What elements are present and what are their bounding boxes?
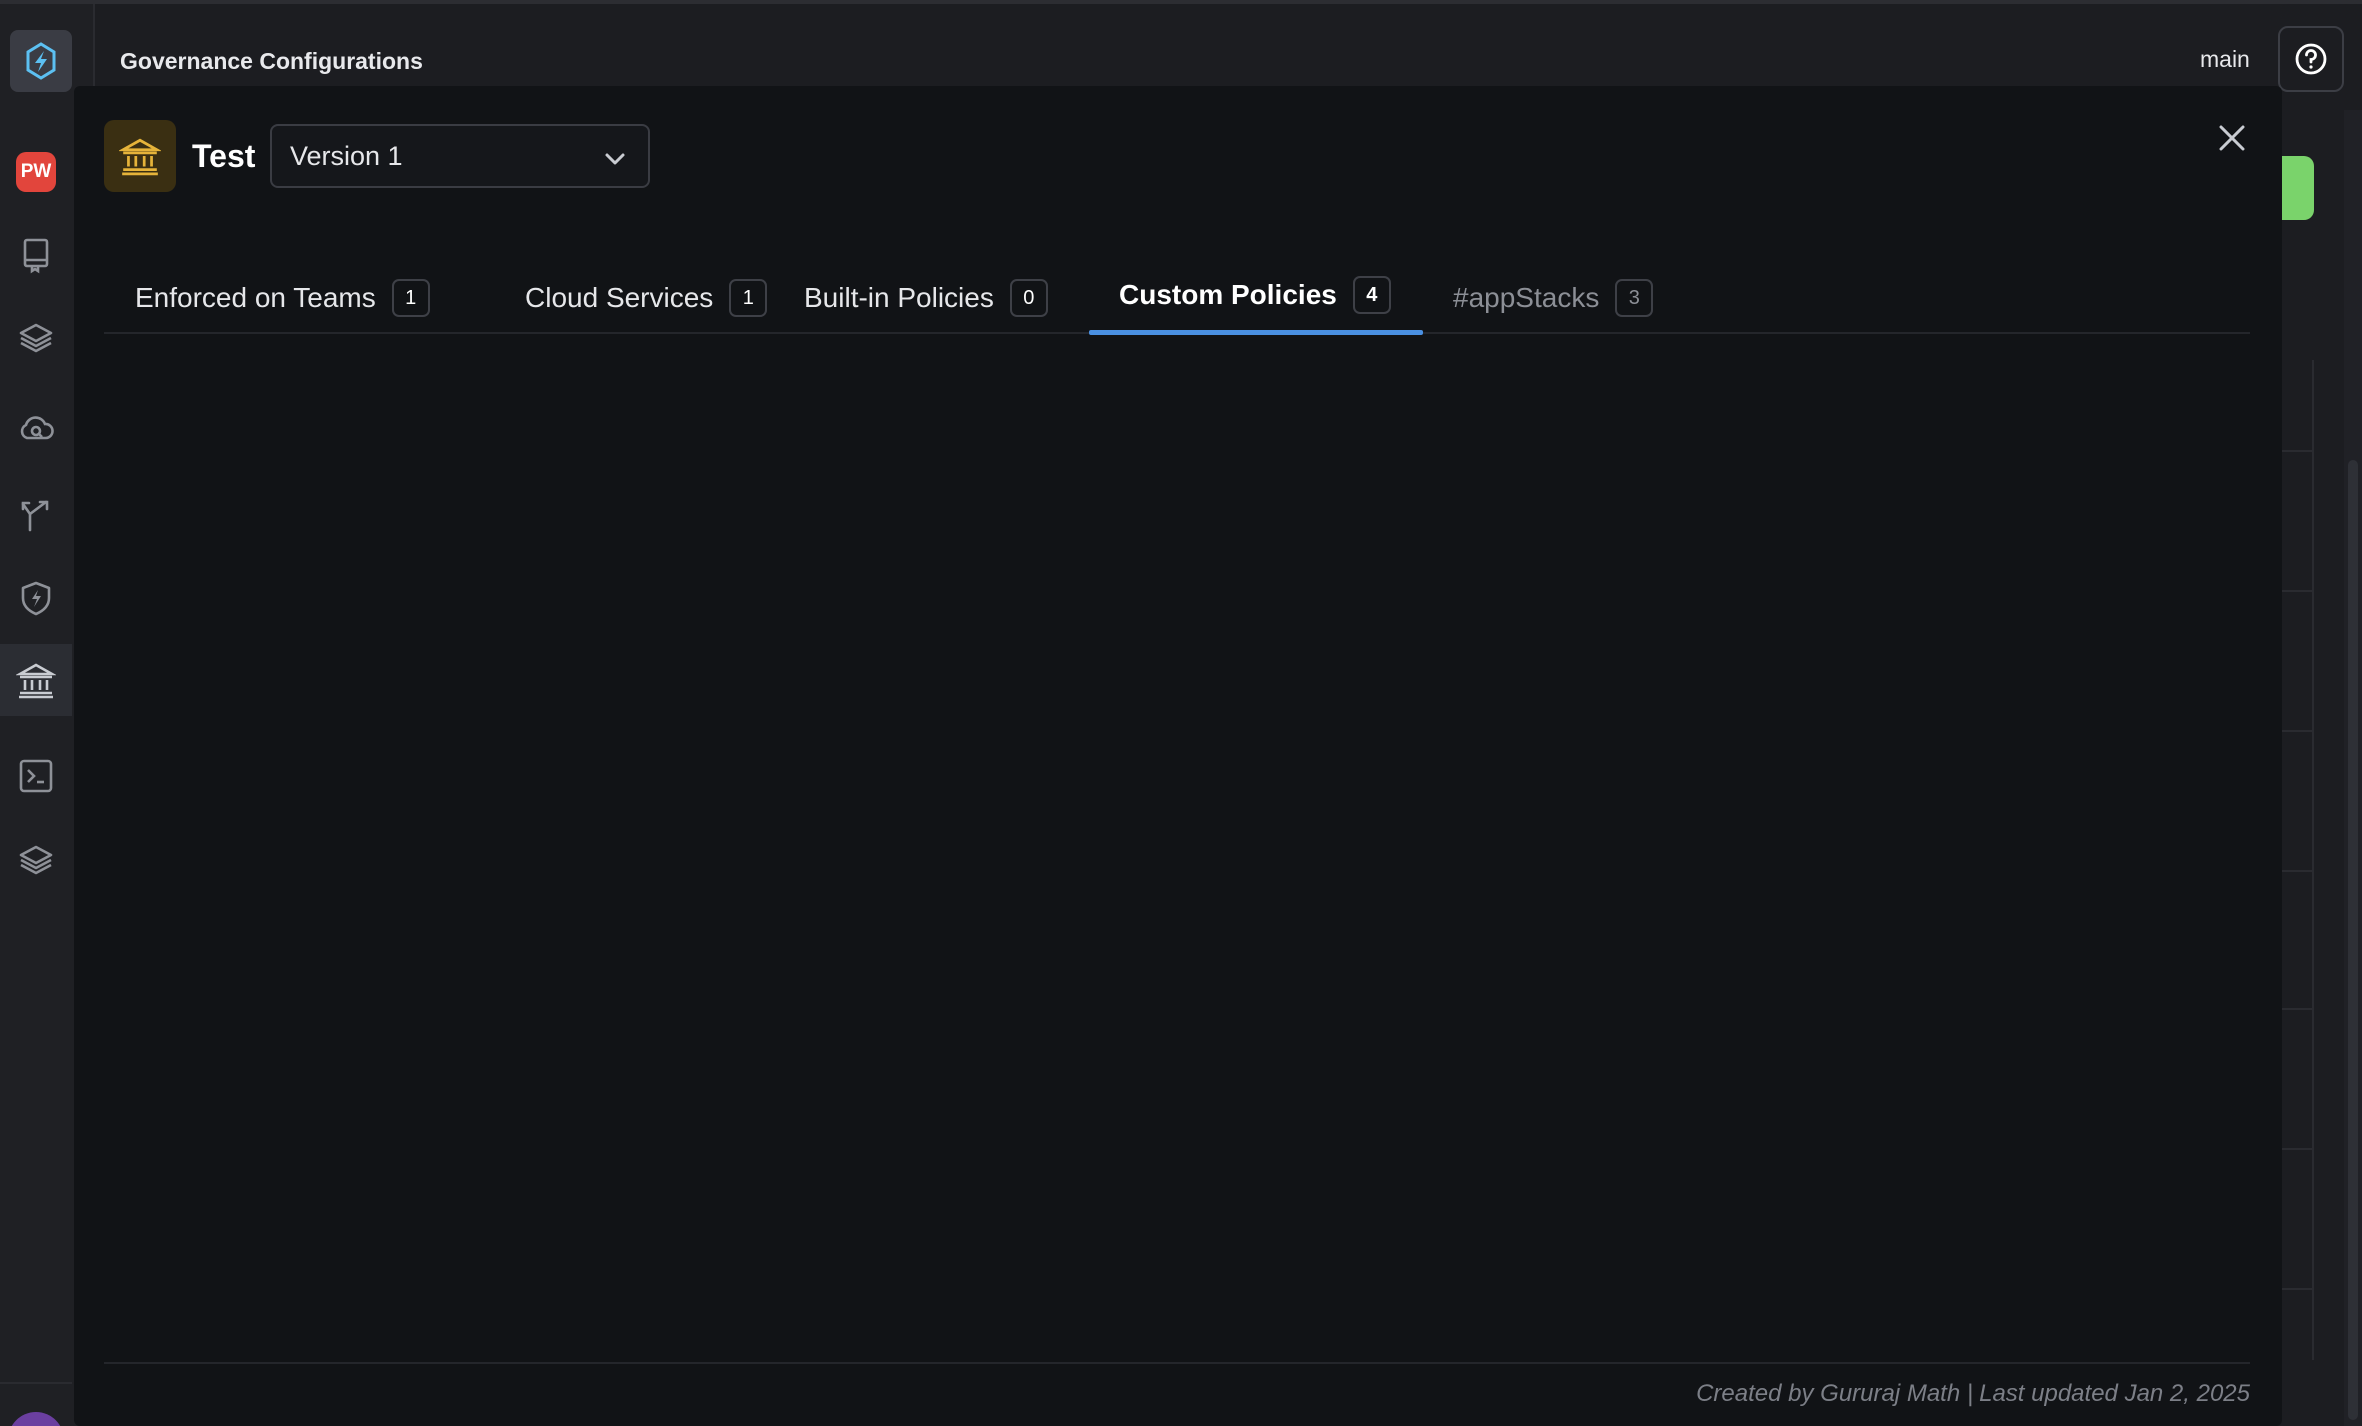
background-row-divider <box>2280 1008 2314 1010</box>
workspace-badge: PW <box>16 152 56 192</box>
scrollbar-thumb[interactable] <box>2348 460 2358 1420</box>
governance-badge <box>104 120 176 192</box>
background-row-divider <box>2280 1288 2314 1290</box>
tab-label: #appStacks <box>1453 282 1600 313</box>
tab-count-badge: 4 <box>1352 276 1391 314</box>
sidebar-item-governance[interactable] <box>0 644 72 716</box>
sidebar-item-security[interactable] <box>0 562 72 634</box>
app-logo[interactable] <box>10 30 72 92</box>
app: PW Governance Configurations main Test V… <box>0 0 2362 1426</box>
tab-label: Built-in Policies <box>804 282 994 313</box>
created-by-text: Created by Gururaj Math | <box>1696 1380 1974 1407</box>
tab-built-in-policies[interactable]: Built-in Policies 0 <box>804 276 1048 334</box>
version-select-value: Version 1 <box>290 140 403 171</box>
logo-icon <box>26 42 56 80</box>
tab-count-badge: 1 <box>729 279 768 317</box>
config-name: Test <box>192 138 256 174</box>
tab-label: Cloud Services <box>525 282 714 313</box>
tab-count-badge: 1 <box>391 279 430 317</box>
tab-enforced-on-teams[interactable]: Enforced on Teams 1 <box>135 276 430 334</box>
chevron-down-icon <box>605 153 625 165</box>
terminal-icon <box>19 759 53 793</box>
background-row-divider <box>2280 590 2314 592</box>
governance-modal: Test Version 1 Enforced on Teams 1 Cloud… <box>74 86 2282 1426</box>
tab-bar: Enforced on Teams 1 Cloud Services 1 Bui… <box>104 273 2250 335</box>
version-select[interactable]: Version 1 <box>270 124 650 188</box>
background-table <box>2280 360 2314 1360</box>
active-tab-indicator <box>1089 330 1423 335</box>
sidebar-item-workspace[interactable]: PW <box>0 136 72 208</box>
top-border <box>0 0 2362 4</box>
bank-icon <box>16 663 56 699</box>
background-row-divider <box>2280 1148 2314 1150</box>
tab-count-badge: 3 <box>1615 279 1654 317</box>
book-icon <box>23 238 49 274</box>
footer-divider <box>104 1362 2250 1364</box>
tab-appstacks[interactable]: #appStacks 3 <box>1453 276 1654 334</box>
avatar[interactable] <box>8 1412 64 1426</box>
last-updated-text: Last updated Jan 2, 2025 <box>1979 1380 2250 1407</box>
sidebar-item-stacks[interactable] <box>0 302 72 374</box>
background-row-divider <box>2280 450 2314 452</box>
tab-custom-policies[interactable]: Custom Policies 4 <box>1119 273 1391 331</box>
tab-label: Custom Policies <box>1119 279 1337 310</box>
sidebar-item-terminal[interactable] <box>0 740 72 812</box>
bank-icon <box>119 138 161 176</box>
page-title: Governance Configurations <box>120 48 423 74</box>
sidebar-divider <box>0 1382 72 1384</box>
background-row-divider <box>2280 730 2314 732</box>
branch-label[interactable]: main <box>2200 46 2250 73</box>
help-button[interactable] <box>2278 26 2344 92</box>
background-row-divider <box>2280 870 2314 872</box>
cloud-search-icon <box>20 416 54 440</box>
tab-cloud-services[interactable]: Cloud Services 1 <box>525 276 768 334</box>
sidebar-item-layers[interactable] <box>0 824 72 896</box>
layers-icon <box>19 323 53 353</box>
help-icon <box>2295 43 2327 75</box>
close-button[interactable] <box>2210 116 2254 160</box>
tab-count-badge: 0 <box>1009 279 1048 317</box>
close-icon <box>2219 125 2245 151</box>
sidebar-item-cloud[interactable] <box>0 392 72 464</box>
shield-bolt-icon <box>21 581 51 616</box>
sidebar-item-pipelines[interactable] <box>0 478 72 550</box>
modal-footer: Created by Gururaj Math | Last updated J… <box>1696 1374 2250 1414</box>
branch-icon <box>21 500 49 532</box>
layers-icon <box>19 845 53 875</box>
tab-label: Enforced on Teams <box>135 282 376 313</box>
sidebar-item-catalog[interactable] <box>0 218 72 290</box>
